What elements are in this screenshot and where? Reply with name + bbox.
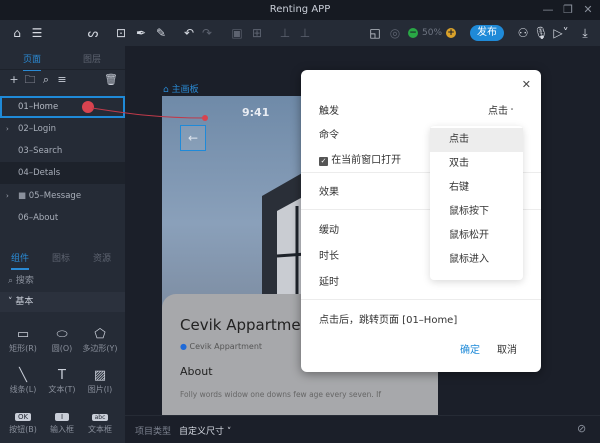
component-textarea[interactable]: abc 文本框 — [80, 408, 120, 435]
zoom-out-button[interactable]: − — [408, 28, 418, 38]
button-icon: OK — [3, 408, 43, 424]
close-window-button[interactable]: ✕ — [578, 0, 598, 20]
sort-icon[interactable]: ≡ — [56, 74, 68, 86]
folder-icon: ■ — [18, 191, 29, 201]
trigger-dropdown: 点击 双击 右键 鼠标按下 鼠标松开 鼠标进入 — [430, 126, 523, 280]
publish-button[interactable]: 发布 — [470, 25, 504, 41]
add-page-icon[interactable]: ⊡ — [112, 24, 130, 42]
microphone-icon[interactable]: 🎙 — [532, 24, 550, 42]
effect-label: 效果 — [319, 187, 339, 198]
option-click[interactable]: 点击 — [430, 128, 523, 152]
zoom-in-button[interactable]: + — [446, 28, 457, 38]
redo-icon[interactable]: ↷ — [198, 24, 216, 42]
align-icon[interactable]: ⊥ — [276, 24, 294, 42]
component-image[interactable]: ▨ 图片(I) — [80, 368, 120, 395]
group-icon[interactable]: ▣ — [228, 24, 246, 42]
search-icon[interactable]: ⌕ — [40, 74, 52, 86]
tab-icons[interactable]: 图标 — [41, 251, 81, 264]
duration-label: 时长 — [319, 251, 339, 262]
page-item-message[interactable]: › ■ 05–Message — [0, 185, 125, 207]
download-icon[interactable]: ⤓ — [576, 24, 594, 42]
toolbar: ⌂ ☰ ᔕ ⊡ ✒ ✎ ↶ ↷ ▣ ⊞ ⊥ ⊥ ◱ ◎ — [0, 20, 600, 46]
link-icon[interactable]: ᔕ — [84, 24, 102, 42]
component-search[interactable]: ⌕ 搜索 — [8, 273, 34, 286]
delete-icon[interactable]: 🗑 — [104, 74, 118, 86]
disable-icon[interactable]: ⊘ — [577, 422, 586, 435]
option-mouse-down[interactable]: 鼠标按下 — [430, 200, 523, 224]
title-bar: Renting APP — [0, 0, 600, 20]
cancel-button[interactable]: 取消 — [497, 341, 517, 356]
open-current-window-checkbox[interactable]: ✓ 在当前窗口打开 — [319, 151, 401, 166]
trigger-select[interactable]: 点击 ˅ — [488, 102, 514, 117]
add-folder-icon[interactable]: 🗀 — [24, 74, 36, 86]
chevron-down-icon: ˅ — [508, 108, 514, 116]
frame-icon[interactable]: ◱ — [366, 24, 384, 42]
back-arrow-icon[interactable]: ← — [180, 125, 206, 151]
project-type-label: 项目类型 — [135, 427, 172, 437]
component-button[interactable]: OK 按钮(B) — [3, 408, 43, 435]
command-label: 命令 — [319, 130, 339, 141]
polygon-icon: ⬠ — [94, 327, 106, 342]
close-icon[interactable]: ✕ — [522, 78, 531, 91]
undo-icon[interactable]: ↶ — [180, 24, 198, 42]
component-line[interactable]: ╲ 线条(L) — [3, 368, 43, 395]
component-input[interactable]: I 输入框 — [42, 408, 82, 435]
home-icon: ⌂ — [163, 85, 172, 95]
preview-target-icon[interactable]: ◎ — [386, 24, 404, 42]
section-basic[interactable]: ˅ 基本 — [0, 292, 125, 312]
bottom-bar: 项目类型 自定义尺寸 ˅ ⊘ — [125, 415, 600, 443]
zoom-level: 50% — [422, 28, 443, 38]
search-icon: ⌕ — [8, 276, 16, 286]
page-item-details[interactable]: 04–Detals — [0, 162, 125, 184]
trigger-label: 触发 — [319, 106, 339, 117]
about-body: Folly words widow one downs few age ever… — [180, 390, 381, 399]
tab-assets[interactable]: 资源 — [82, 251, 122, 264]
menu-icon[interactable]: ☰ — [28, 24, 46, 42]
project-type-select[interactable]: 自定义尺寸 ˅ — [179, 424, 231, 437]
component-polygon[interactable]: ⬠ 多边形(Y) — [80, 327, 120, 354]
home-icon[interactable]: ⌂ — [8, 24, 26, 42]
text-icon: T — [58, 368, 66, 383]
restore-button[interactable]: ❐ — [558, 0, 578, 20]
easing-label: 缓动 — [319, 225, 339, 236]
line-icon: ╲ — [19, 368, 27, 383]
tab-components[interactable]: 组件 — [0, 251, 40, 270]
checkbox-checked-icon: ✓ — [319, 157, 328, 166]
window-title: Renting APP — [269, 4, 331, 15]
image-icon: ▨ — [93, 368, 107, 383]
component-rectangle[interactable]: ▭ 矩形(R) — [3, 327, 43, 354]
rectangle-icon: ▭ — [16, 327, 30, 342]
tab-layers[interactable]: 图层 — [72, 52, 112, 65]
zoom-control: − 50% + — [408, 26, 457, 40]
page-item-search[interactable]: 03–Search — [0, 140, 125, 162]
pen-icon[interactable]: ✒ — [132, 24, 150, 42]
location-pin-icon: ● — [180, 342, 190, 351]
interaction-summary: 点击后，跳转页面 [01–Home] — [319, 315, 458, 326]
board-label[interactable]: ⌂ 主画板 — [163, 82, 199, 95]
option-double-click[interactable]: 双击 — [430, 152, 523, 176]
textarea-icon: abc — [80, 408, 120, 424]
pencil-icon[interactable]: ✎ — [152, 24, 170, 42]
play-icon[interactable]: ▷˅ — [550, 24, 572, 42]
option-right-click[interactable]: 右键 — [430, 176, 523, 200]
distribute-icon[interactable]: ⊥ — [296, 24, 314, 42]
ellipse-icon: ⬭ — [56, 327, 68, 342]
status-time: 9:41 — [242, 106, 270, 119]
page-item-about[interactable]: 06–About — [0, 207, 125, 229]
collaborators-icon[interactable]: ⚇ — [514, 24, 532, 42]
confirm-button[interactable]: 确定 — [460, 341, 480, 356]
option-mouse-up[interactable]: 鼠标松开 — [430, 224, 523, 248]
option-mouse-enter[interactable]: 鼠标进入 — [430, 248, 523, 272]
component-ellipse[interactable]: ⬭ 圆(O) — [42, 327, 82, 354]
interaction-link-line — [91, 107, 208, 121]
ungroup-icon[interactable]: ⊞ — [248, 24, 266, 42]
add-icon[interactable]: + — [8, 74, 20, 86]
component-text[interactable]: T 文本(T) — [42, 368, 82, 395]
minimize-button[interactable]: — — [538, 0, 558, 20]
components-panel: 组件 图标 资源 ⌕ 搜索 ˅ 基本 ▭ 矩形(R) ⬭ 圆(O) ⬠ 多边形(Y) … — [0, 245, 125, 443]
delay-label: 延时 — [319, 277, 339, 288]
input-icon: I — [42, 408, 82, 424]
